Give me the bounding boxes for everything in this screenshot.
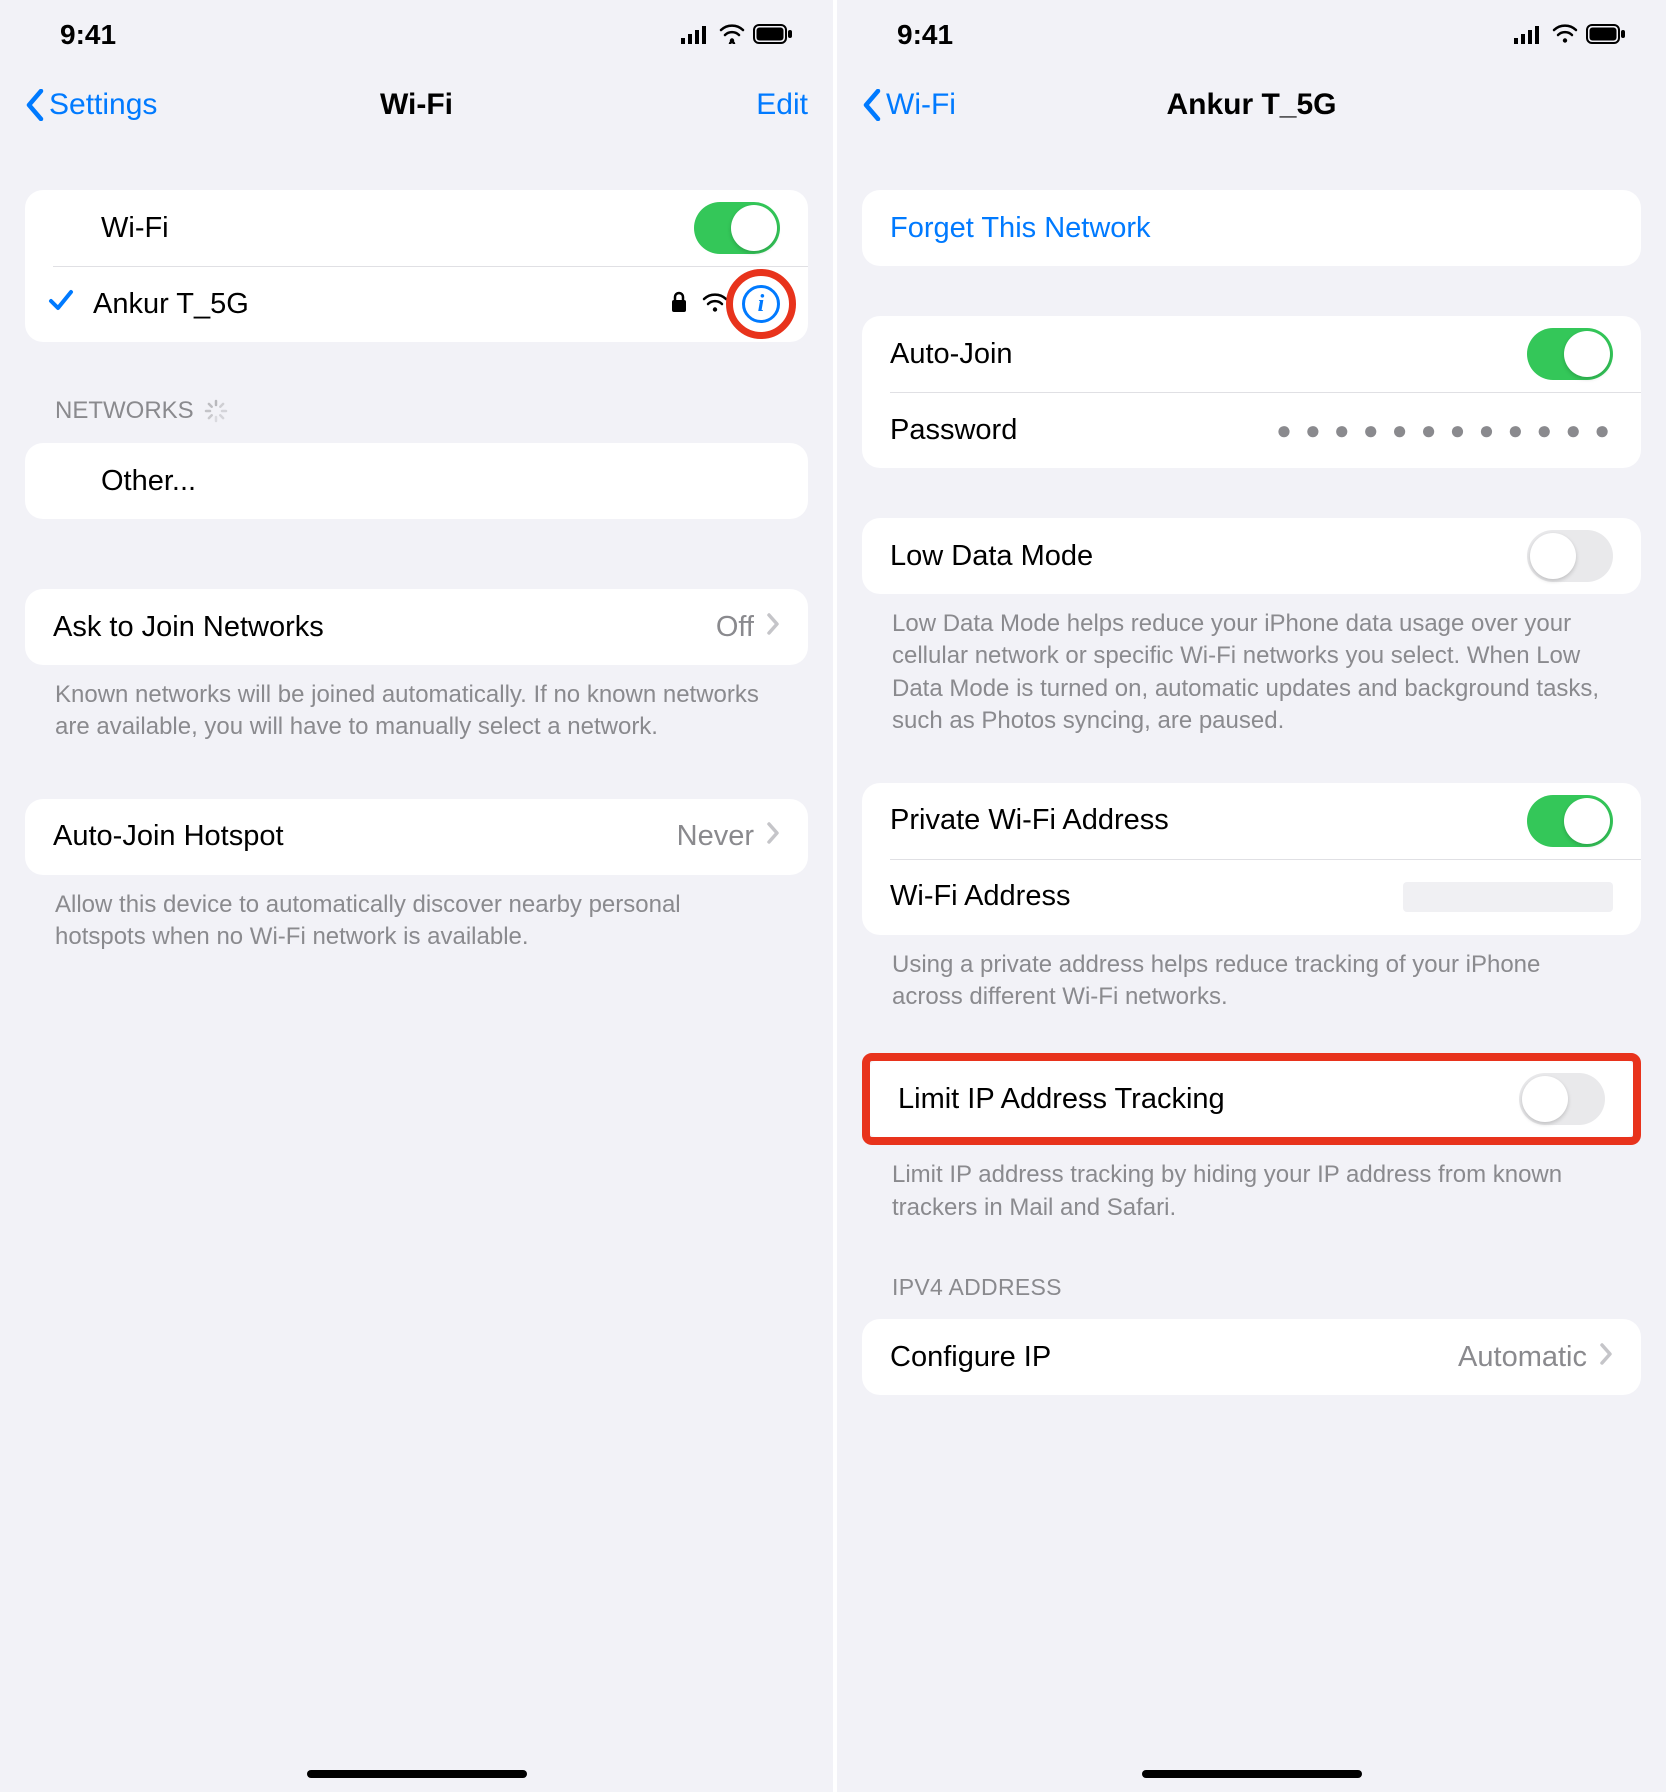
limit-label: Limit IP Address Tracking [898,1083,1519,1116]
limit-footer: Limit IP address tracking by hiding your… [862,1145,1641,1224]
forget-label: Forget This Network [890,212,1613,245]
back-label: Settings [49,88,157,122]
chevron-right-icon [766,820,780,853]
battery-icon [753,19,793,51]
network-name: Ankur T_5G [93,288,670,321]
checkmark-icon [47,286,75,322]
forget-group: Forget This Network [862,190,1641,266]
wifi-icon [1552,19,1578,51]
lowdata-toggle[interactable] [1527,530,1613,582]
right-screen: 9:41 Wi-Fi Ankur T_5G Forget This Networ… [833,0,1666,1792]
wifi-signal-icon [702,288,728,321]
wifi-label: Wi-Fi [101,212,694,245]
wifi-icon [719,19,745,51]
wifiaddr-value [1403,882,1613,912]
lowdata-label: Low Data Mode [890,540,1527,573]
networks-header: NETWORKS [25,342,808,435]
wifi-group: Wi-Fi Ankur T_5G i [25,190,808,342]
configip-value: Automatic [1458,1341,1587,1374]
ipv4-group: Configure IP Automatic [862,1319,1641,1395]
left-screen: 9:41 Settings Wi-Fi Edit Wi-Fi Ankur T_5… [0,0,833,1792]
privateaddr-label: Private Wi-Fi Address [890,804,1527,837]
chevron-left-icon [25,89,45,121]
wifiaddr-label: Wi-Fi Address [890,880,1403,913]
ask-footer: Known networks will be joined automatica… [25,665,808,744]
password-row[interactable]: Password ● ● ● ● ● ● ● ● ● ● ● ● [862,392,1641,468]
hotspot-group: Auto-Join Hotspot Never [25,799,808,875]
other-networks-group: Other... [25,443,808,519]
cellular-icon [1514,19,1544,51]
highlight-annotation: Limit IP Address Tracking [862,1053,1641,1145]
nav-bar: Wi-Fi Ankur T_5G [837,70,1666,140]
hotspot-footer: Allow this device to automatically disco… [25,875,808,954]
status-time: 9:41 [60,19,116,51]
status-bar: 9:41 [0,0,833,70]
ipv4-header: IPV4 ADDRESS [862,1224,1641,1311]
spinner-icon [204,399,228,423]
password-label: Password [890,414,1276,447]
status-bar: 9:41 [837,0,1666,70]
nav-bar: Settings Wi-Fi Edit [0,70,833,140]
configip-label: Configure IP [890,1341,1458,1374]
status-icons [681,19,793,51]
battery-icon [1586,19,1626,51]
other-label: Other... [101,465,780,498]
status-time: 9:41 [897,19,953,51]
password-value: ● ● ● ● ● ● ● ● ● ● ● ● [1276,415,1613,446]
ask-group: Ask to Join Networks Off [25,589,808,665]
hotspot-value: Never [677,820,754,853]
lowdata-footer: Low Data Mode helps reduce your iPhone d… [862,594,1641,738]
back-label: Wi-Fi [886,88,956,122]
privateaddr-group: Private Wi-Fi Address Wi-Fi Address [862,783,1641,935]
wifi-toggle[interactable] [694,202,780,254]
cellular-icon [681,19,711,51]
lowdata-group: Low Data Mode [862,518,1641,594]
join-group: Auto-Join Password ● ● ● ● ● ● ● ● ● ● ●… [862,316,1641,468]
chevron-left-icon [862,89,882,121]
other-row[interactable]: Other... [25,443,808,519]
autojoin-toggle[interactable] [1527,328,1613,380]
limit-row[interactable]: Limit IP Address Tracking [870,1061,1633,1137]
chevron-right-icon [766,611,780,644]
connected-network-row[interactable]: Ankur T_5G i [25,266,808,342]
autojoin-row[interactable]: Auto-Join [862,316,1641,392]
back-button[interactable]: Wi-Fi [862,88,1042,122]
ask-label: Ask to Join Networks [53,611,716,644]
edit-button[interactable]: Edit [628,88,808,122]
info-icon[interactable]: i [742,285,780,323]
lock-icon [670,288,688,321]
chevron-right-icon [1599,1341,1613,1374]
ask-join-row[interactable]: Ask to Join Networks Off [25,589,808,665]
autojoin-label: Auto-Join [890,338,1527,371]
limit-toggle[interactable] [1519,1073,1605,1125]
home-indicator[interactable] [1142,1770,1362,1778]
forget-row[interactable]: Forget This Network [862,190,1641,266]
lowdata-row[interactable]: Low Data Mode [862,518,1641,594]
wifi-toggle-row[interactable]: Wi-Fi [25,190,808,266]
hotspot-row[interactable]: Auto-Join Hotspot Never [25,799,808,875]
home-indicator[interactable] [307,1770,527,1778]
privateaddr-toggle[interactable] [1527,795,1613,847]
hotspot-label: Auto-Join Hotspot [53,820,677,853]
configip-row[interactable]: Configure IP Automatic [862,1319,1641,1395]
limit-group: Limit IP Address Tracking [870,1061,1633,1137]
status-icons [1514,19,1626,51]
back-button[interactable]: Settings [25,88,205,122]
privateaddr-footer: Using a private address helps reduce tra… [862,935,1641,1014]
ask-value: Off [716,611,754,644]
privateaddr-row[interactable]: Private Wi-Fi Address [862,783,1641,859]
wifiaddr-row[interactable]: Wi-Fi Address [862,859,1641,935]
